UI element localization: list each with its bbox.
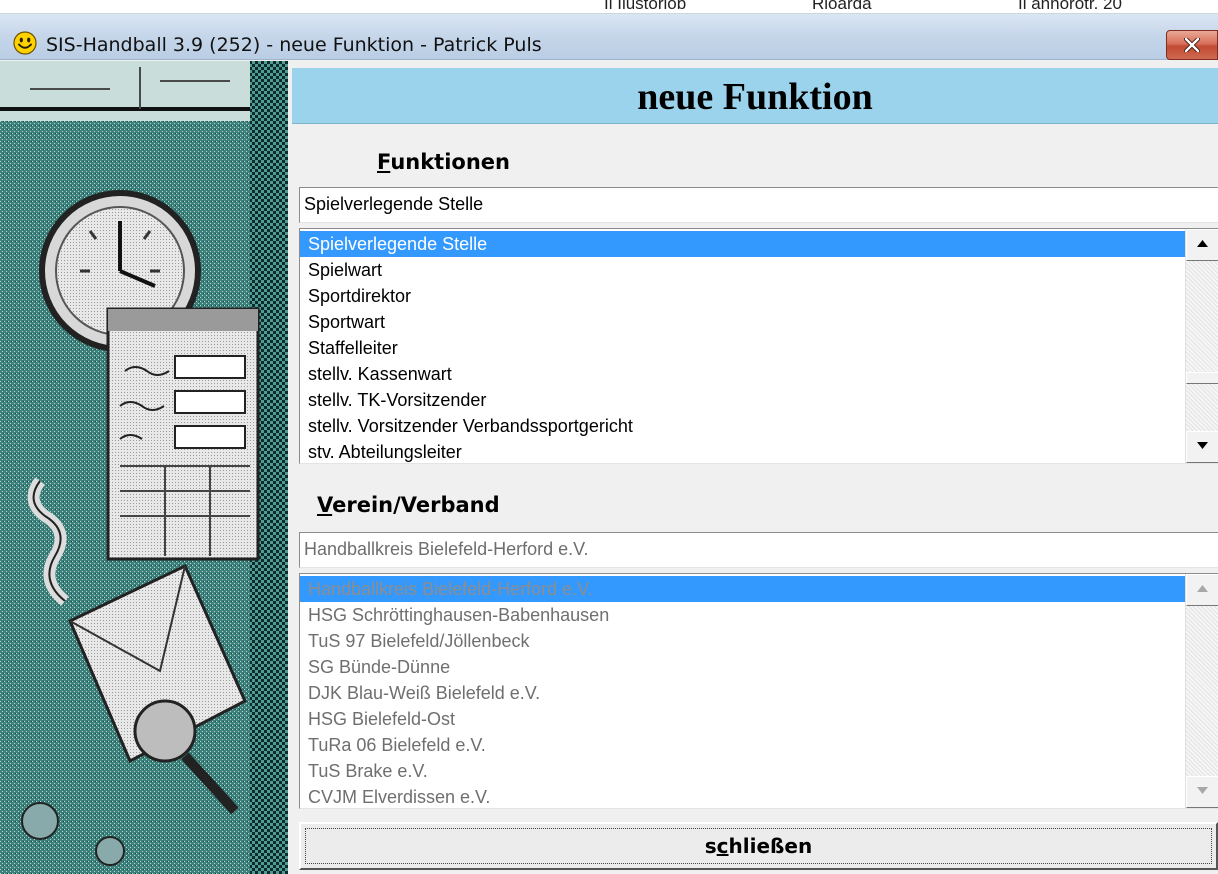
verein-input[interactable]: Handballkreis Bielefeld-Herford e.V. (299, 532, 1218, 568)
scroll-thumb[interactable] (1186, 372, 1218, 384)
close-dialog-button[interactable]: schließen (299, 822, 1218, 870)
funktionen-label-accelerator: F (377, 150, 391, 174)
funktionen-label: Funktionen (377, 150, 510, 174)
label-accelerator: c (716, 834, 729, 858)
verein-label-accelerator: V (317, 493, 333, 517)
verein-label: Verein/Verband (317, 493, 500, 517)
list-item[interactable]: TuRa 06 Bielefeld e.V. (300, 732, 1186, 758)
list-item[interactable]: HSG Bielefeld-Ost (300, 706, 1186, 732)
list-item[interactable]: Sportdirektor (300, 283, 1186, 309)
label-part: hließen (728, 834, 813, 858)
verein-label-text: erein/Verband (332, 493, 500, 517)
label-part: s (704, 834, 717, 858)
list-item[interactable]: Spielverlegende Stelle (300, 231, 1186, 257)
verein-list-items: Handballkreis Bielefeld-Herford e.V. HSG … (300, 576, 1186, 808)
title-bar[interactable]: SIS-Handball 3.9 (252) - neue Funktion -… (0, 14, 1218, 60)
background-window-text: Rioarda (812, 0, 872, 13)
list-item[interactable]: stv. Abteilungsleiter (300, 439, 1186, 463)
background-window-text: Il Ilustorlob (604, 0, 687, 13)
page-title: neue Funktion (637, 76, 873, 118)
funktionen-list[interactable]: Spielverlegende Stelle Spielwart Sportdire… (299, 228, 1218, 464)
list-item[interactable]: TuS 97 Bielefeld/Jöllenbeck (300, 628, 1186, 654)
background-window-strip: Il Ilustorlob Rioarda Il annorotr. 20 (0, 0, 1218, 14)
list-item[interactable]: stellv. Vorsitzender Verbandssportgerich… (300, 413, 1186, 439)
scroll-up-button[interactable] (1186, 229, 1218, 261)
scroll-down-button[interactable] (1186, 431, 1218, 463)
verein-scrollbar[interactable] (1185, 574, 1218, 808)
list-item[interactable]: HSG Schröttinghausen-Babenhausen (300, 602, 1186, 628)
list-item[interactable]: CVJM Elverdissen e.V. (300, 784, 1186, 808)
smiley-icon[interactable] (13, 31, 37, 55)
list-item[interactable]: SG Bünde-Dünne (300, 654, 1186, 680)
close-dialog-button-label: schließen (301, 834, 1216, 858)
funktionen-scrollbar[interactable] (1185, 229, 1218, 463)
list-item[interactable]: stellv. TK-Vorsitzender (300, 387, 1186, 413)
scroll-up-button[interactable] (1186, 574, 1218, 606)
list-item[interactable]: TuS Brake e.V. (300, 758, 1186, 784)
list-item[interactable]: DJK Blau-Weiß Bielefeld e.V. (300, 680, 1186, 706)
list-item[interactable]: Staffelleiter (300, 335, 1186, 361)
list-item[interactable]: Handballkreis Bielefeld-Herford e.V. (300, 576, 1186, 602)
funktion-input[interactable]: Spielverlegende Stelle (299, 187, 1218, 223)
list-item[interactable]: stellv. Kassenwart (300, 361, 1186, 387)
list-item[interactable]: Sportwart (300, 309, 1186, 335)
funktionen-label-text: unktionen (390, 150, 510, 174)
side-illustration (0, 61, 288, 874)
funktionen-list-items: Spielverlegende Stelle Spielwart Sportdire… (300, 231, 1186, 463)
window-close-button[interactable] (1166, 30, 1218, 60)
window-title: SIS-Handball 3.9 (252) - neue Funktion -… (46, 34, 542, 56)
dialog-content: neue Funktion Funktionen Spielverlegende… (288, 61, 1218, 874)
verein-list[interactable]: Handballkreis Bielefeld-Herford e.V. HSG … (299, 573, 1218, 809)
scroll-down-button[interactable] (1186, 776, 1218, 808)
header-band: neue Funktion (292, 68, 1218, 124)
list-item[interactable]: Spielwart (300, 257, 1186, 283)
background-window-text: Il annorotr. 20 (1018, 0, 1122, 13)
